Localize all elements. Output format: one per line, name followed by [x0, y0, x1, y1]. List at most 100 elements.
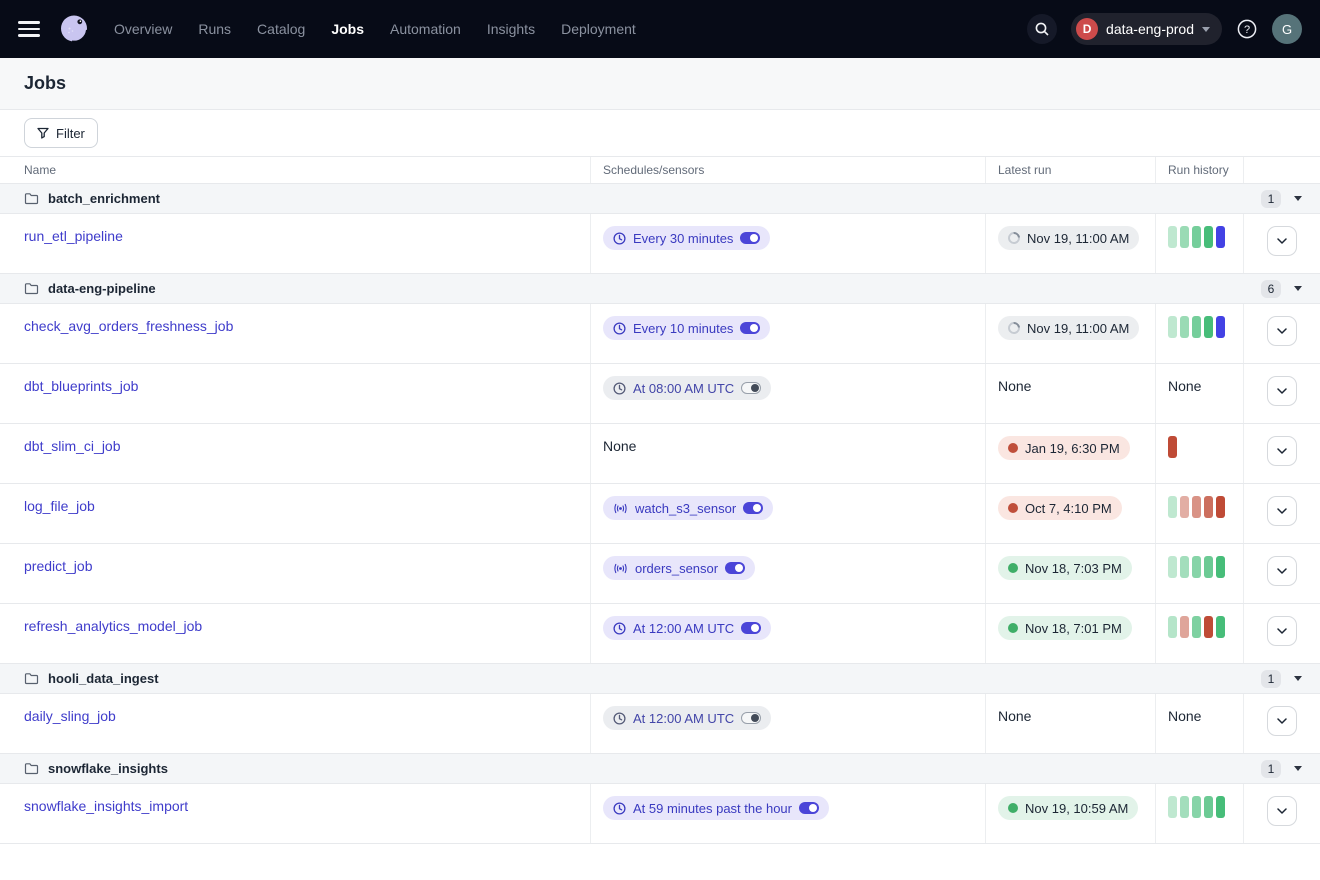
expand-row-button[interactable]: [1267, 796, 1297, 826]
search-icon[interactable]: [1027, 14, 1057, 44]
schedule-toggle[interactable]: [740, 232, 760, 244]
run-history-bar[interactable]: [1204, 226, 1213, 248]
run-history-bar[interactable]: [1180, 496, 1189, 518]
group-row-batch_enrichment[interactable]: batch_enrichment1: [0, 184, 1320, 214]
run-history-bar[interactable]: [1168, 796, 1177, 818]
expand-row-button[interactable]: [1267, 226, 1297, 256]
run-history-bar[interactable]: [1192, 316, 1201, 338]
nav-item-deployment[interactable]: Deployment: [561, 21, 636, 37]
run-history-bar[interactable]: [1204, 796, 1213, 818]
run-history-bar[interactable]: [1180, 316, 1189, 338]
run-history-bar[interactable]: [1168, 496, 1177, 518]
latest-run-none: None: [998, 706, 1031, 724]
collapse-caret-icon[interactable]: [1294, 196, 1302, 201]
run-history-bar[interactable]: [1180, 226, 1189, 248]
expand-row-button[interactable]: [1267, 496, 1297, 526]
run-history-bar[interactable]: [1204, 316, 1213, 338]
filter-label: Filter: [56, 126, 85, 141]
latest-run-chip[interactable]: Nov 19, 11:00 AM: [998, 316, 1139, 340]
job-link[interactable]: dbt_blueprints_job: [24, 376, 138, 394]
job-link[interactable]: predict_job: [24, 556, 93, 574]
schedule-toggle[interactable]: [799, 802, 819, 814]
job-row-log_file_job: log_file_job watch_s3_sensor Oct 7, 4:10 P…: [0, 484, 1320, 544]
latest-run-chip[interactable]: Jan 19, 6:30 PM: [998, 436, 1130, 460]
job-link[interactable]: log_file_job: [24, 496, 95, 514]
job-link[interactable]: snowflake_insights_import: [24, 796, 188, 814]
latest-run-chip[interactable]: Oct 7, 4:10 PM: [998, 496, 1122, 520]
schedule-toggle[interactable]: [741, 622, 761, 634]
run-history-bar[interactable]: [1192, 616, 1201, 638]
run-history-bar[interactable]: [1192, 556, 1201, 578]
help-icon[interactable]: ?: [1236, 18, 1258, 40]
run-history-bar[interactable]: [1180, 616, 1189, 638]
nav-item-insights[interactable]: Insights: [487, 21, 535, 37]
run-history-bar[interactable]: [1192, 226, 1201, 248]
run-history-bar[interactable]: [1192, 796, 1201, 818]
sensor-toggle[interactable]: [725, 562, 745, 574]
schedule-chip[interactable]: Every 10 minutes: [603, 316, 770, 340]
nav-item-catalog[interactable]: Catalog: [257, 21, 305, 37]
run-history-bar[interactable]: [1216, 556, 1225, 578]
sensor-chip[interactable]: watch_s3_sensor: [603, 496, 773, 520]
nav-item-runs[interactable]: Runs: [198, 21, 231, 37]
schedule-toggle[interactable]: [741, 382, 761, 394]
job-link[interactable]: refresh_analytics_model_job: [24, 616, 202, 634]
run-history-bar[interactable]: [1168, 556, 1177, 578]
sensor-icon: [613, 503, 628, 514]
expand-row-button[interactable]: [1267, 376, 1297, 406]
run-history-bar[interactable]: [1180, 796, 1189, 818]
run-history-bar[interactable]: [1216, 496, 1225, 518]
latest-run-chip[interactable]: Nov 18, 7:03 PM: [998, 556, 1132, 580]
expand-row-button[interactable]: [1267, 616, 1297, 646]
expand-row-button[interactable]: [1267, 316, 1297, 346]
group-row-snowflake_insights[interactable]: snowflake_insights1: [0, 754, 1320, 784]
chevron-down-icon: [1277, 718, 1287, 724]
schedule-chip[interactable]: At 59 minutes past the hour: [603, 796, 829, 820]
run-history-bar[interactable]: [1216, 316, 1225, 338]
group-row-data-eng-pipeline[interactable]: data-eng-pipeline6: [0, 274, 1320, 304]
run-history-bar[interactable]: [1168, 436, 1177, 458]
collapse-caret-icon[interactable]: [1294, 676, 1302, 681]
menu-icon[interactable]: [18, 21, 40, 37]
run-history-bar[interactable]: [1204, 496, 1213, 518]
job-link[interactable]: daily_sling_job: [24, 706, 116, 724]
group-row-hooli_data_ingest[interactable]: hooli_data_ingest1: [0, 664, 1320, 694]
run-history-bar[interactable]: [1216, 226, 1225, 248]
job-link[interactable]: dbt_slim_ci_job: [24, 436, 121, 454]
latest-run-chip[interactable]: Nov 19, 11:00 AM: [998, 226, 1139, 250]
job-link[interactable]: run_etl_pipeline: [24, 226, 123, 244]
run-history-bar[interactable]: [1204, 616, 1213, 638]
sensor-chip[interactable]: orders_sensor: [603, 556, 755, 580]
collapse-caret-icon[interactable]: [1294, 766, 1302, 771]
nav-item-automation[interactable]: Automation: [390, 21, 461, 37]
expand-row-button[interactable]: [1267, 706, 1297, 736]
nav-item-overview[interactable]: Overview: [114, 21, 172, 37]
run-history-bar[interactable]: [1216, 796, 1225, 818]
run-history-bar[interactable]: [1192, 496, 1201, 518]
schedule-toggle[interactable]: [741, 712, 761, 724]
run-history-bar[interactable]: [1204, 556, 1213, 578]
latest-run-chip[interactable]: Nov 19, 10:59 AM: [998, 796, 1138, 820]
run-history-bar[interactable]: [1180, 556, 1189, 578]
schedule-chip[interactable]: At 08:00 AM UTC: [603, 376, 771, 400]
schedule-chip[interactable]: At 12:00 AM UTC: [603, 706, 771, 730]
deployment-switcher[interactable]: D data-eng-prod: [1071, 13, 1222, 45]
run-history-bar[interactable]: [1168, 616, 1177, 638]
run-history-bar[interactable]: [1168, 316, 1177, 338]
schedule-chip[interactable]: Every 30 minutes: [603, 226, 770, 250]
job-link[interactable]: check_avg_orders_freshness_job: [24, 316, 233, 334]
latest-run-chip[interactable]: Nov 18, 7:01 PM: [998, 616, 1132, 640]
filter-button[interactable]: Filter: [24, 118, 98, 148]
avatar[interactable]: G: [1272, 14, 1302, 44]
run-history-bar[interactable]: [1216, 616, 1225, 638]
nav-item-jobs[interactable]: Jobs: [331, 21, 364, 37]
expand-row-button[interactable]: [1267, 556, 1297, 586]
expand-row-button[interactable]: [1267, 436, 1297, 466]
schedule-chip[interactable]: At 12:00 AM UTC: [603, 616, 771, 640]
schedule-label: At 12:00 AM UTC: [633, 621, 734, 636]
schedule-toggle[interactable]: [740, 322, 760, 334]
dagster-logo-icon[interactable]: [56, 11, 92, 47]
sensor-toggle[interactable]: [743, 502, 763, 514]
collapse-caret-icon[interactable]: [1294, 286, 1302, 291]
run-history-bar[interactable]: [1168, 226, 1177, 248]
